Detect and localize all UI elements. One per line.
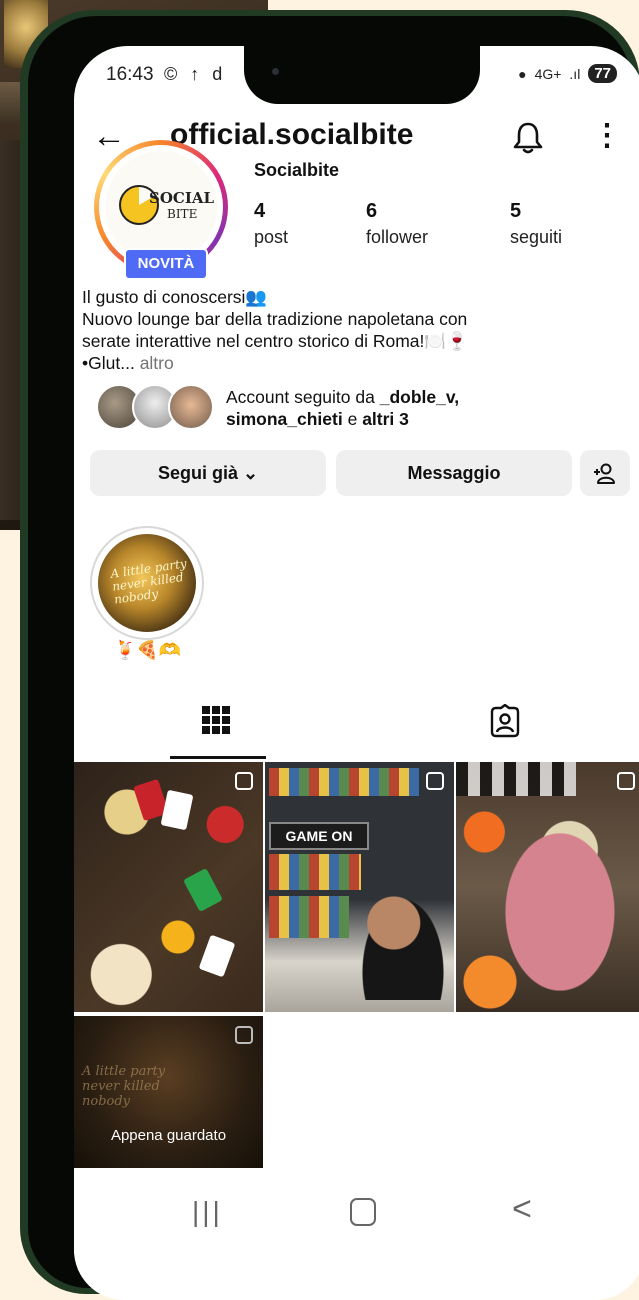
carousel-icon <box>235 772 253 790</box>
followed-others[interactable]: altri 3 <box>362 409 409 429</box>
followed-prefix: Account seguito da <box>226 387 375 407</box>
post-shelf-decor <box>269 896 349 938</box>
bell-icon[interactable] <box>510 120 546 156</box>
bio-line: Nuovo lounge bar della tradizione napole… <box>82 309 468 329</box>
arrow-left-icon[interactable]: ← <box>92 116 126 156</box>
stat-followers[interactable]: 6 follower <box>366 200 428 248</box>
post-neon-text: A little party never killed nobody <box>82 1064 166 1109</box>
battery-indicator: 77 <box>588 64 617 83</box>
profile-bio: Il gusto di conoscersi👥 Nuovo lounge bar… <box>82 286 632 374</box>
signal-icon: .ıl <box>569 65 581 82</box>
phone-screen: 16:43 © ↑ d ● 4G+ .ıl 77 ← official.soci… <box>74 46 639 1300</box>
recent-apps-icon[interactable]: ||| <box>192 1196 223 1228</box>
stat-following[interactable]: 5 seguiti <box>510 200 562 248</box>
post-thumbnail[interactable] <box>74 762 263 1012</box>
stat-posts[interactable]: 4 post <box>254 200 288 248</box>
stat-value: 6 <box>366 200 378 222</box>
followed-by-text: Account seguito da _doble_v, simona_chie… <box>226 386 459 430</box>
add-person-icon <box>594 463 615 485</box>
network-indicator: 4G+ <box>534 65 562 82</box>
carousel-icon <box>426 772 444 790</box>
highlight-neon-text: A little party never killed nobody <box>109 556 188 607</box>
stat-label: post <box>254 227 289 247</box>
post-checker-decor <box>456 762 576 796</box>
post-thumbnail[interactable]: A little party never killed nobody Appen… <box>74 1016 263 1168</box>
page-title: official.socialbite <box>170 118 414 151</box>
message-button[interactable]: Messaggio <box>336 450 572 496</box>
stat-value: 4 <box>254 200 266 222</box>
tagged-person-icon[interactable] <box>488 704 522 738</box>
home-icon[interactable] <box>350 1198 376 1226</box>
followed-user[interactable]: _doble_v, <box>380 387 459 407</box>
stat-label: seguiti <box>510 227 563 247</box>
more-vertical-icon[interactable]: ⋮ <box>592 121 622 151</box>
followed-by[interactable]: Account seguito da _doble_v, simona_chie… <box>96 382 636 432</box>
grid-icon <box>202 706 230 734</box>
stat-value: 5 <box>510 200 522 222</box>
highlight-label: 🍹🍕🫶 <box>114 640 182 660</box>
tab-posts[interactable] <box>170 690 262 760</box>
stat-label: follower <box>366 227 429 247</box>
follower-avatar <box>168 384 214 430</box>
bio-line: Il gusto di conoscersi👥 <box>82 287 268 307</box>
bio-line: serate interattive nel centro storico di… <box>82 331 468 351</box>
carousel-icon <box>617 772 635 790</box>
post-person-decor <box>357 890 449 1000</box>
post-card-decor <box>160 789 194 831</box>
add-person-button[interactable] <box>580 450 630 496</box>
android-nav-bar: ||| < <box>74 1172 639 1254</box>
highlight-cover: A little party never killed nobody <box>98 534 196 632</box>
followed-user[interactable]: simona_chieti <box>226 409 343 429</box>
post-sign-text: GAME ON <box>269 822 369 850</box>
following-button[interactable]: Segui già ⌄ <box>90 450 326 496</box>
profile-display-name: Socialbite <box>254 160 340 180</box>
logo-subtext: BITE <box>167 207 198 221</box>
bio-truncated-text: •Glut... <box>82 353 135 373</box>
location-icon: ● <box>518 65 527 82</box>
post-card-decor <box>198 934 236 978</box>
post-shelf-decor <box>269 854 361 890</box>
recently-viewed-label: Appena guardato <box>110 1127 227 1144</box>
status-bar: 16:43 © ↑ d ● 4G+ .ıl 77 <box>106 64 617 90</box>
avatar-logo: SOCIAL BITE <box>105 151 217 263</box>
back-icon[interactable]: < <box>512 1190 532 1229</box>
status-time: 16:43 <box>106 64 154 85</box>
post-thumbnail[interactable] <box>456 762 639 1012</box>
carousel-icon <box>235 1026 253 1044</box>
status-right: ● 4G+ .ıl 77 <box>518 64 617 83</box>
tab-active-indicator <box>170 756 266 759</box>
story-highlight[interactable]: A little party never killed nobody <box>90 526 204 640</box>
status-notification-icons: © ↑ d <box>164 64 227 84</box>
logo-text: SOCIAL <box>149 189 215 207</box>
bio-more-link[interactable]: altro <box>140 353 174 373</box>
post-thumbnail[interactable]: GAME ON <box>265 762 454 1012</box>
followed-conj: e <box>347 409 358 429</box>
post-card-decor <box>183 868 223 912</box>
bio-line-truncated: •Glut... altro <box>82 352 632 374</box>
new-story-badge: NOVITÀ <box>124 248 208 280</box>
post-shelf-decor <box>269 768 419 796</box>
